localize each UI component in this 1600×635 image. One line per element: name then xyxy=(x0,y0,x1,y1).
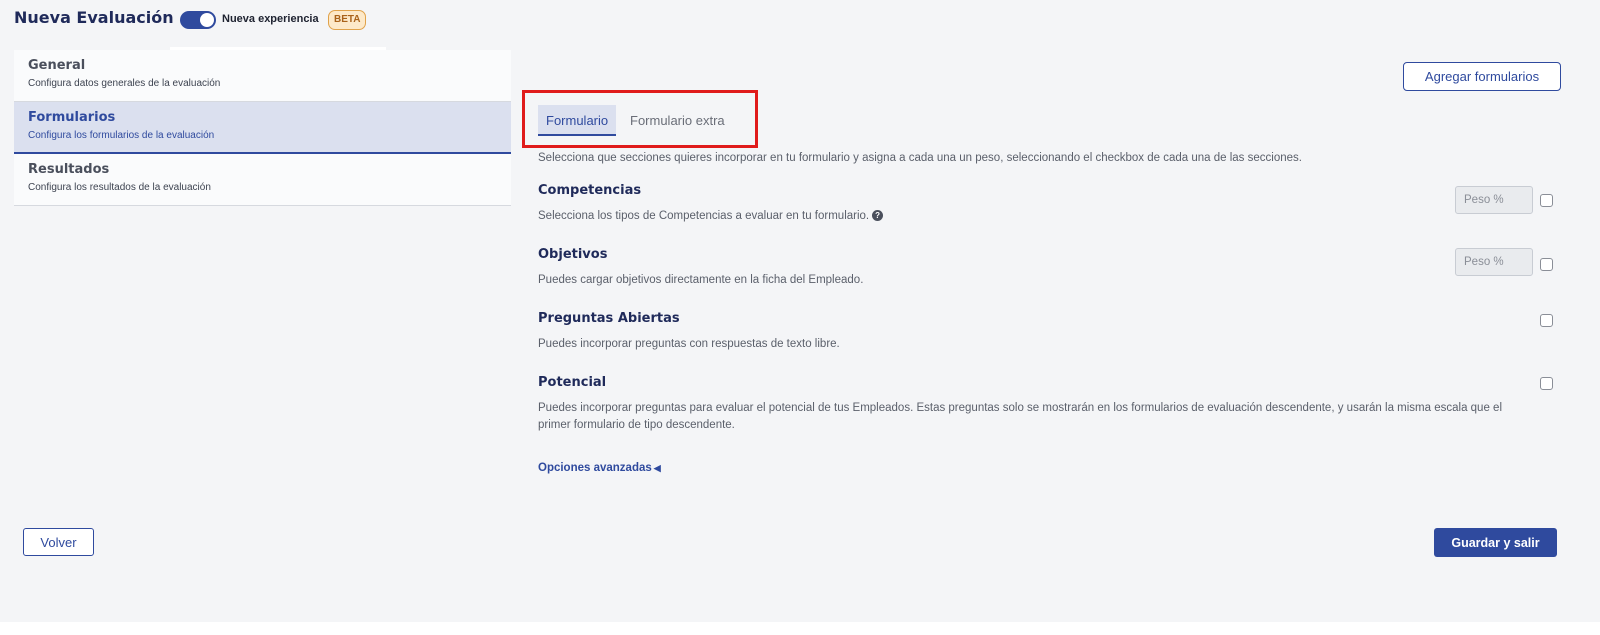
beta-badge: BETA xyxy=(328,10,367,30)
step-description: Configura datos generales de la evaluaci… xyxy=(28,78,221,89)
objetivos-weight-input[interactable]: Peso % xyxy=(1455,248,1533,276)
new-experience-toggle[interactable] xyxy=(180,11,216,29)
potencial-checkbox[interactable] xyxy=(1540,377,1553,390)
section-title: Competencias xyxy=(538,183,642,198)
section-description-text: Selecciona los tipos de Competencias a e… xyxy=(538,210,870,222)
section-description: Puedes incorporar preguntas para evaluar… xyxy=(538,402,1502,431)
step-description: Configura los formularios de la evaluaci… xyxy=(28,130,215,141)
add-forms-button[interactable]: Agregar formularios xyxy=(1403,62,1561,91)
section-title: Potencial xyxy=(538,375,607,390)
back-button[interactable]: Volver xyxy=(23,528,94,556)
step-formularios[interactable]: Formularios Configura los formularios de… xyxy=(14,102,511,154)
section-title: Preguntas Abiertas xyxy=(538,311,680,326)
section-description: Puedes cargar objetivos directamente en … xyxy=(538,274,864,286)
section-preguntas-abiertas: Preguntas Abiertas Puedes incorporar pre… xyxy=(538,311,1568,353)
section-objetivos: Objetivos Puedes cargar objetivos direct… xyxy=(538,247,1568,289)
steps-nav: General Configura datos generales de la … xyxy=(14,50,511,206)
section-competencias: Competencias Selecciona los tipos de Com… xyxy=(538,183,1568,225)
page-title: Nueva Evaluación xyxy=(14,8,174,27)
toggle-knob xyxy=(200,13,214,27)
advanced-options-label: Opciones avanzadas xyxy=(538,462,652,474)
competencias-weight-input[interactable]: Peso % xyxy=(1455,186,1533,214)
section-potencial: Potencial Puedes incorporar preguntas pa… xyxy=(538,375,1568,434)
section-description: Selecciona los tipos de Competencias a e… xyxy=(538,208,1528,225)
new-experience-label: Nueva experiencia xyxy=(222,13,319,25)
step-title: Formularios xyxy=(28,110,116,125)
preguntas-abiertas-checkbox[interactable] xyxy=(1540,314,1553,327)
step-description: Configura los resultados de la evaluació… xyxy=(28,182,211,193)
save-and-exit-button[interactable]: Guardar y salir xyxy=(1434,528,1557,557)
step-title: Resultados xyxy=(28,162,110,177)
advanced-options-link[interactable]: Opciones avanzadas ◀ xyxy=(538,462,661,474)
help-icon[interactable]: ? xyxy=(872,210,884,222)
objetivos-checkbox[interactable] xyxy=(1540,258,1553,271)
tab-formulario-extra[interactable]: Formulario extra xyxy=(622,105,733,136)
section-description: Puedes incorporar preguntas con respuest… xyxy=(538,338,840,350)
tab-formulario[interactable]: Formulario xyxy=(538,105,617,136)
intro-text: Selecciona que secciones quieres incorpo… xyxy=(538,152,1302,164)
step-title: General xyxy=(28,58,86,73)
step-resultados[interactable]: Resultados Configura los resultados de l… xyxy=(14,154,511,206)
step-general[interactable]: General Configura datos generales de la … xyxy=(14,50,511,102)
section-title: Objetivos xyxy=(538,247,608,262)
caret-left-icon: ◀ xyxy=(653,463,661,473)
bottom-strip xyxy=(0,622,1600,635)
competencias-checkbox[interactable] xyxy=(1540,194,1553,207)
